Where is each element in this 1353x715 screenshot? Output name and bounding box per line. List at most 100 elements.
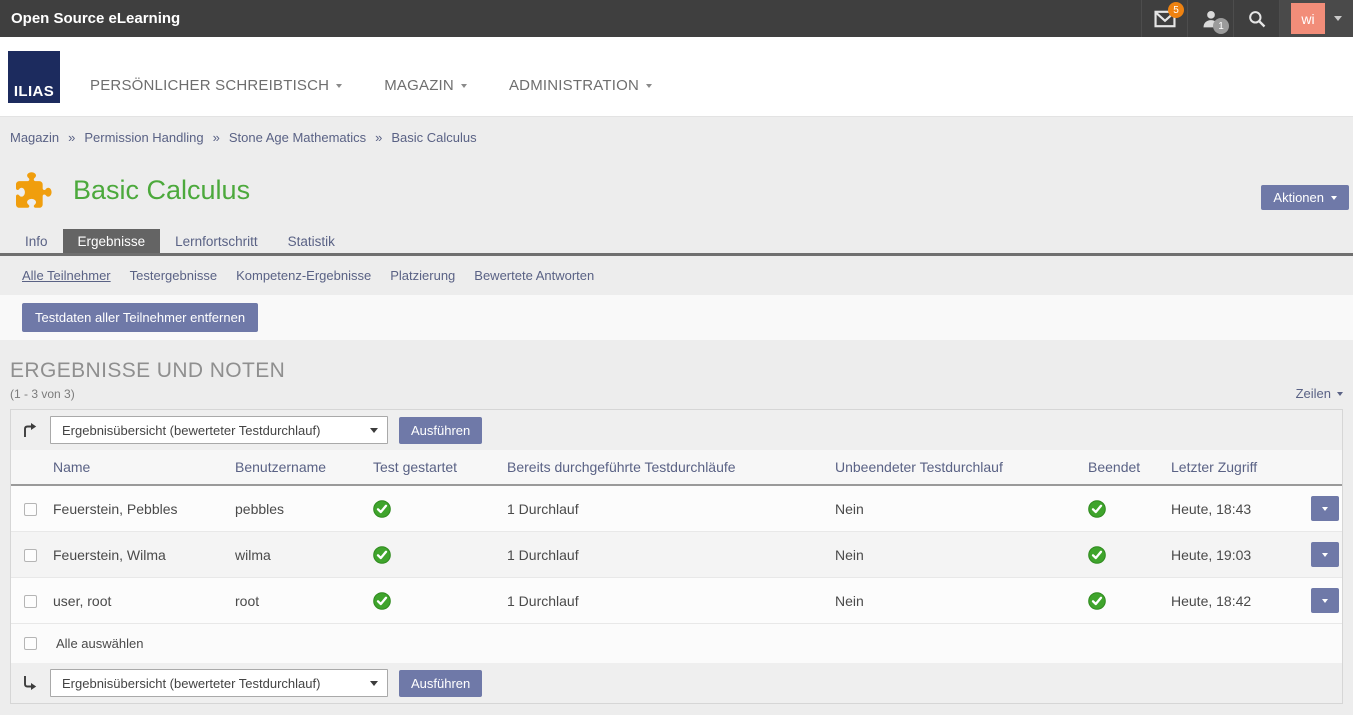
cell-runs: 1 Durchlauf xyxy=(501,578,829,624)
breadcrumb-link[interactable]: Magazin xyxy=(10,130,59,145)
actions-button[interactable]: Aktionen xyxy=(1261,185,1349,210)
breadcrumb-separator: » xyxy=(68,130,75,145)
arrow-down-right-icon xyxy=(19,673,39,693)
nav-personal-desktop[interactable]: PERSÖNLICHER SCHREIBTISCH xyxy=(90,77,342,94)
col-beendet[interactable]: Beendet xyxy=(1082,450,1165,485)
results-title: ERGEBNISSE UND NOTEN xyxy=(10,359,1343,383)
table-row: Feuerstein, Wilma wilma 1 Durchlauf Nein… xyxy=(11,532,1342,578)
cell-username: pebbles xyxy=(229,485,367,532)
cell-username: root xyxy=(229,578,367,624)
col-benutzername[interactable]: Benutzername xyxy=(229,450,367,485)
table-row: Feuerstein, Pebbles pebbles 1 Durchlauf … xyxy=(11,485,1342,532)
cell-unfinished: Nein xyxy=(829,532,1082,578)
cell-last-access: Heute, 19:03 xyxy=(1165,532,1305,578)
remove-testdata-button[interactable]: Testdaten aller Teilnehmer entfernen xyxy=(22,303,258,332)
row-checkbox[interactable] xyxy=(24,503,37,516)
topbar-actions: 5 1 wi xyxy=(1141,0,1353,37)
chevron-down-icon xyxy=(1322,599,1328,603)
breadcrumb-separator: » xyxy=(213,130,220,145)
nav-label: ADMINISTRATION xyxy=(509,77,639,94)
col-letzter-zugriff[interactable]: Letzter Zugriff xyxy=(1165,450,1305,485)
mail-count-badge: 5 xyxy=(1168,2,1184,18)
app-title: Open Source eLearning xyxy=(0,10,180,27)
mail-button[interactable]: 5 xyxy=(1141,0,1187,37)
col-test-gestartet[interactable]: Test gestartet xyxy=(367,450,501,485)
bulk-action-select-bottom[interactable]: Ergebnisübersicht (bewerteter Testdurchl… xyxy=(50,669,388,697)
chevron-down-icon xyxy=(1334,16,1342,21)
row-actions-button[interactable] xyxy=(1311,588,1339,613)
cell-name: Feuerstein, Pebbles xyxy=(47,485,229,532)
subtab-testergebnisse[interactable]: Testergebnisse xyxy=(130,268,217,283)
main-nav: PERSÖNLICHER SCHREIBTISCH MAGAZIN ADMINI… xyxy=(90,77,652,94)
chevron-down-icon xyxy=(646,84,652,88)
result-range-bottom: (1 - 3 von 3) xyxy=(0,704,1353,715)
nav-administration[interactable]: ADMINISTRATION xyxy=(509,77,652,94)
nav-label: MAGAZIN xyxy=(384,77,454,94)
ilias-logo[interactable]: ILIAS xyxy=(8,51,60,103)
result-range-top: (1 - 3 von 3) xyxy=(10,387,75,401)
cell-username: wilma xyxy=(229,532,367,578)
row-actions-button[interactable] xyxy=(1311,496,1339,521)
col-unbeendeter[interactable]: Unbeendeter Testdurchlauf xyxy=(829,450,1082,485)
execute-button-top[interactable]: Ausführen xyxy=(399,417,482,444)
check-icon xyxy=(1088,500,1159,518)
subtab-alle-teilnehmer[interactable]: Alle Teilnehmer xyxy=(22,268,111,283)
row-actions-button[interactable] xyxy=(1311,542,1339,567)
search-icon xyxy=(1247,9,1267,29)
check-icon xyxy=(1088,592,1159,610)
subtab-kompetenz-ergebnisse[interactable]: Kompetenz-Ergebnisse xyxy=(236,268,371,283)
chevron-down-icon xyxy=(336,84,342,88)
tab-info[interactable]: Info xyxy=(10,229,63,253)
rows-menu[interactable]: Zeilen xyxy=(1296,386,1343,401)
tab-statistik[interactable]: Statistik xyxy=(273,229,350,253)
user-online-button[interactable]: 1 xyxy=(1187,0,1233,37)
cell-last-access: Heute, 18:42 xyxy=(1165,578,1305,624)
cell-runs: 1 Durchlauf xyxy=(501,485,829,532)
bulk-action-selected-value: Ergebnisübersicht (bewerteter Testdurchl… xyxy=(62,676,320,691)
page-title: Basic Calculus xyxy=(73,175,250,206)
breadcrumb-separator: » xyxy=(375,130,382,145)
search-button[interactable] xyxy=(1233,0,1279,37)
nav-magazin[interactable]: MAGAZIN xyxy=(384,77,467,94)
row-checkbox[interactable] xyxy=(24,549,37,562)
breadcrumb-link[interactable]: Basic Calculus xyxy=(391,130,476,145)
subtab-bar: Alle Teilnehmer Testergebnisse Kompetenz… xyxy=(0,256,1353,295)
subtab-bewertete-antworten[interactable]: Bewertete Antworten xyxy=(474,268,594,283)
results-header: ERGEBNISSE UND NOTEN (1 - 3 von 3) Zeile… xyxy=(0,340,1353,401)
subtab-platzierung[interactable]: Platzierung xyxy=(390,268,455,283)
col-name[interactable]: Name xyxy=(47,450,229,485)
results-table-panel: Ergebnisübersicht (bewerteter Testdurchl… xyxy=(10,409,1343,704)
chevron-down-icon xyxy=(1331,196,1337,200)
breadcrumb-link[interactable]: Stone Age Mathematics xyxy=(229,130,366,145)
user-menu[interactable]: wi xyxy=(1279,0,1353,37)
online-count-badge: 1 xyxy=(1213,18,1229,34)
page-title-row: Basic Calculus Aktionen xyxy=(0,145,1353,210)
select-caret-icon xyxy=(370,681,378,686)
tab-ergebnisse[interactable]: Ergebnisse xyxy=(63,229,161,253)
col-durchlaeufe[interactable]: Bereits durchgeführte Testdurchläufe xyxy=(501,450,829,485)
chevron-down-icon xyxy=(1322,553,1328,557)
nav-label: PERSÖNLICHER SCHREIBTISCH xyxy=(90,77,329,94)
bulk-action-row-top: Ergebnisübersicht (bewerteter Testdurchl… xyxy=(11,410,1342,450)
chevron-down-icon xyxy=(461,84,467,88)
rows-menu-label: Zeilen xyxy=(1296,386,1331,401)
tab-lernfortschritt[interactable]: Lernfortschritt xyxy=(160,229,273,253)
cell-runs: 1 Durchlauf xyxy=(501,532,829,578)
bulk-action-selected-value: Ergebnisübersicht (bewerteter Testdurchl… xyxy=(62,423,320,438)
select-all-row: Alle auswählen xyxy=(11,623,1342,663)
breadcrumb: Magazin » Permission Handling » Stone Ag… xyxy=(0,117,1353,145)
cell-last-access: Heute, 18:43 xyxy=(1165,485,1305,532)
toolbar: Testdaten aller Teilnehmer entfernen xyxy=(0,295,1353,340)
bulk-action-select-top[interactable]: Ergebnisübersicht (bewerteter Testdurchl… xyxy=(50,416,388,444)
avatar[interactable]: wi xyxy=(1291,3,1325,34)
check-icon xyxy=(373,592,495,610)
main-header: ILIAS PERSÖNLICHER SCHREIBTISCH MAGAZIN … xyxy=(0,37,1353,117)
select-all-checkbox[interactable] xyxy=(24,637,37,650)
results-table: Name Benutzername Test gestartet Bereits… xyxy=(11,450,1342,623)
cell-name: Feuerstein, Wilma xyxy=(47,532,229,578)
execute-button-bottom[interactable]: Ausführen xyxy=(399,670,482,697)
breadcrumb-link[interactable]: Permission Handling xyxy=(84,130,203,145)
check-icon xyxy=(373,546,495,564)
table-row: user, root root 1 Durchlauf Nein Heute, … xyxy=(11,578,1342,624)
row-checkbox[interactable] xyxy=(24,595,37,608)
